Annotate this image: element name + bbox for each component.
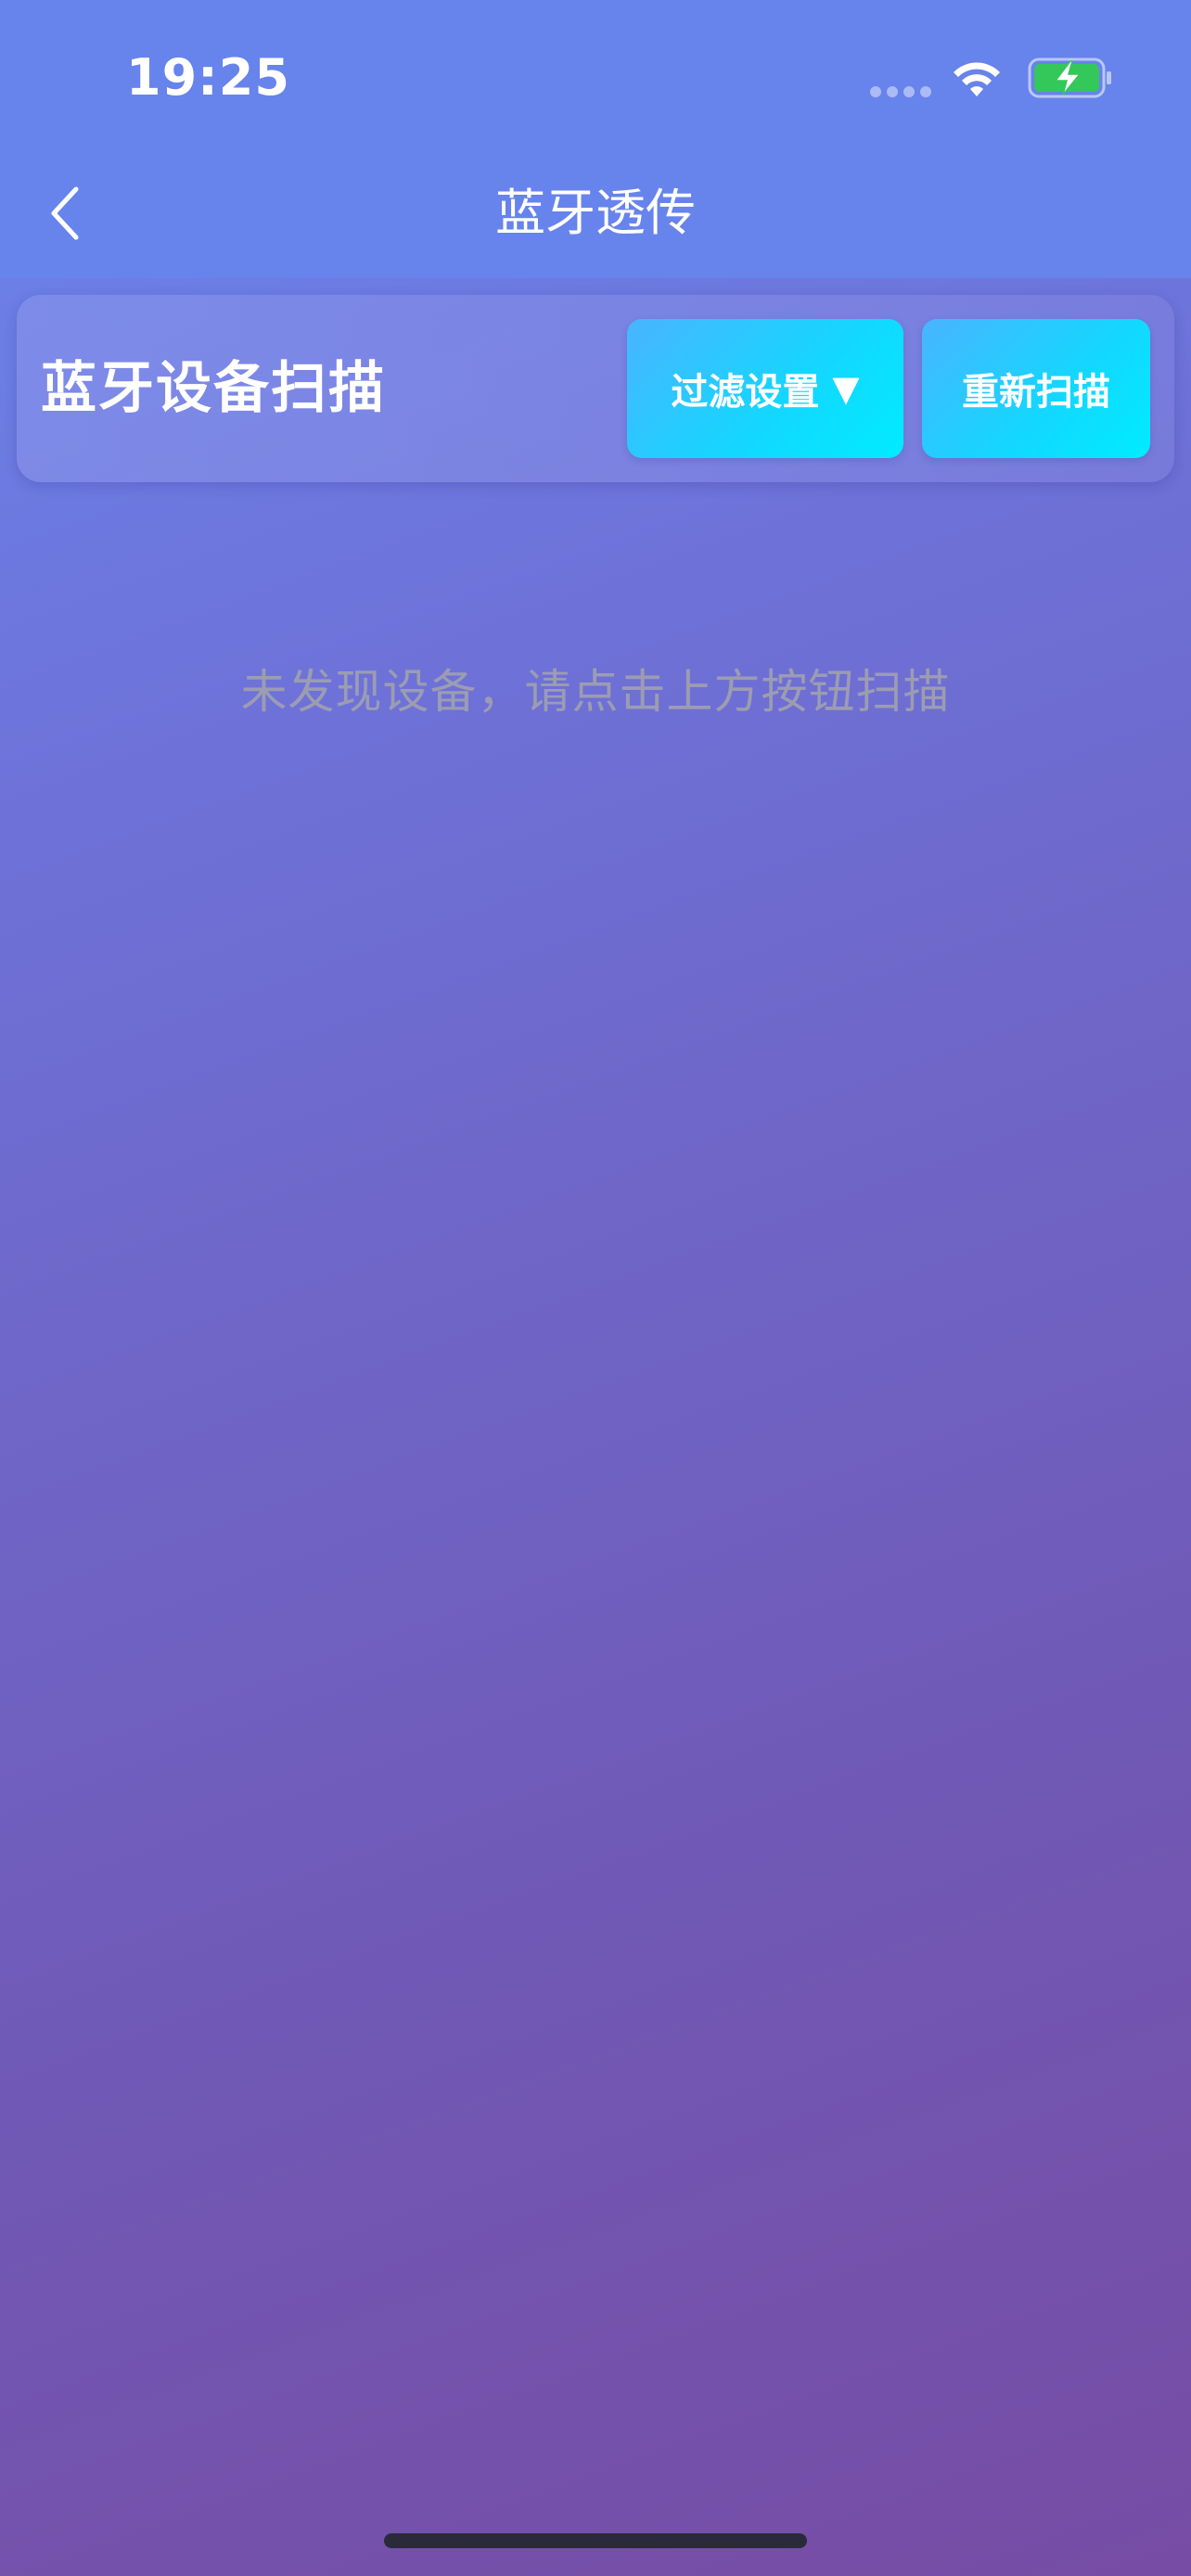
rescan-button[interactable]: 重新扫描: [922, 319, 1150, 458]
filter-settings-label: 过滤设置: [671, 371, 820, 414]
dropdown-caret-icon: ▼: [832, 368, 860, 409]
nav-bar: 蓝牙透传: [0, 148, 1191, 278]
battery-charging-icon: [1028, 57, 1111, 98]
filter-settings-button[interactable]: 过滤设置 ▼: [627, 319, 903, 458]
scan-card-title: 蓝牙设备扫描: [41, 356, 386, 421]
empty-state-message: 未发现设备，请点击上方按钮扫描: [240, 665, 951, 719]
rescan-label: 重新扫描: [962, 371, 1110, 414]
back-button[interactable]: [28, 176, 102, 250]
page-title: 蓝牙透传: [495, 184, 696, 242]
chevron-left-icon: [51, 186, 79, 240]
home-indicator[interactable]: [384, 2533, 807, 2548]
wifi-icon: [954, 62, 1000, 96]
scan-card: 蓝牙设备扫描 过滤设置 ▼ 重新扫描: [17, 295, 1174, 482]
status-time: 19:25: [126, 48, 290, 107]
signal-icon: [870, 86, 931, 97]
status-bar: 19:25: [0, 0, 1191, 148]
